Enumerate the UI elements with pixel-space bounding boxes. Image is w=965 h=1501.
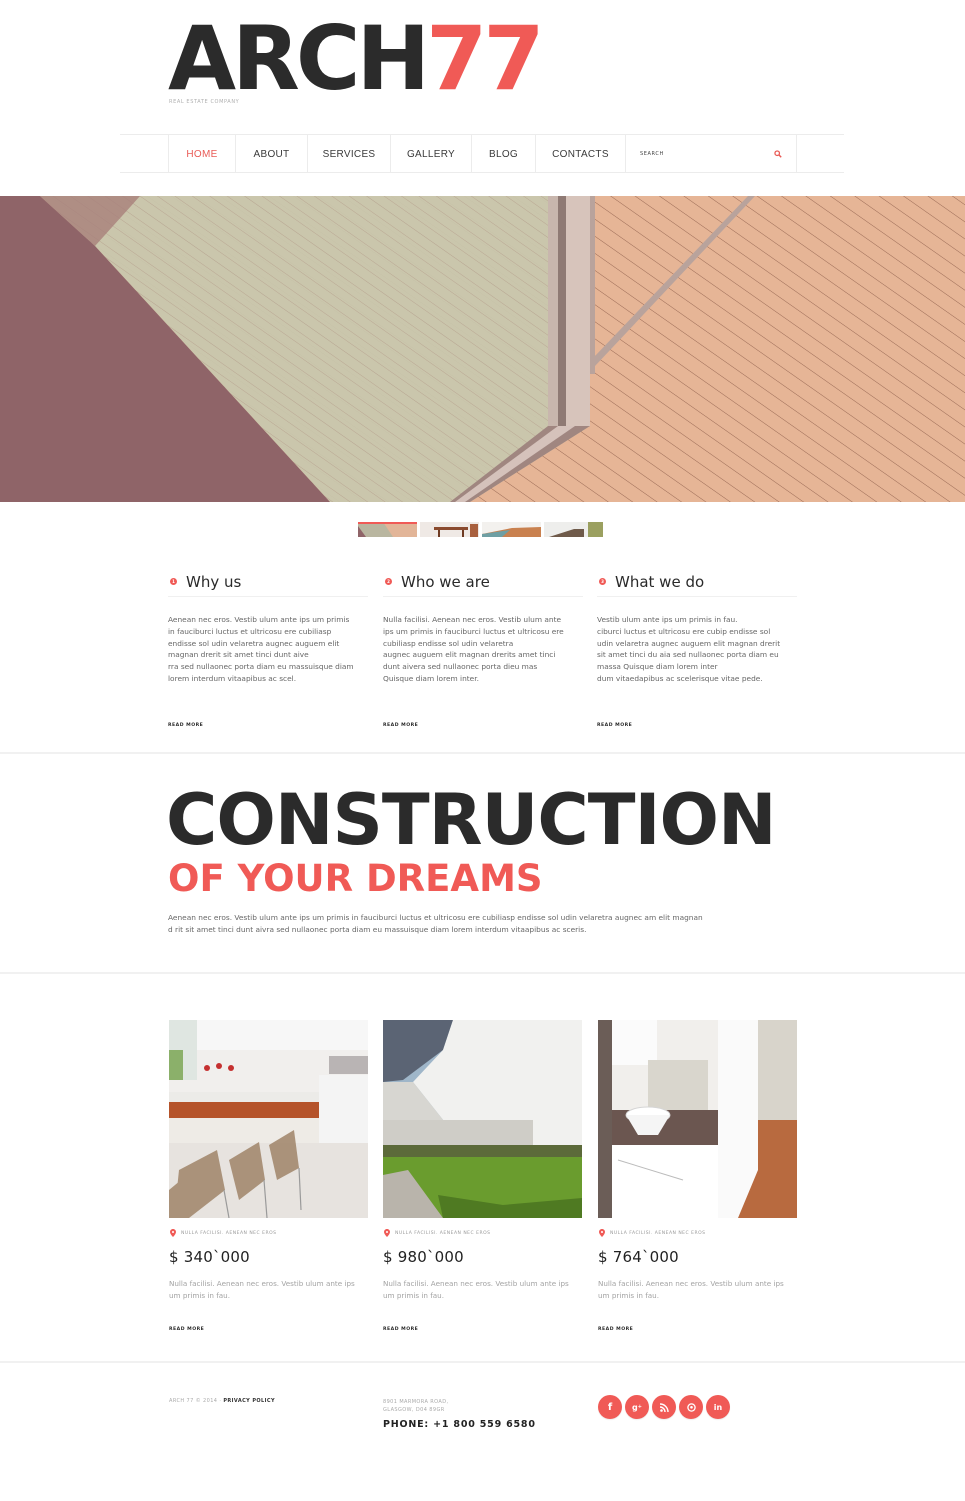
location-pin-icon <box>170 1229 176 1237</box>
privacy-policy-link[interactable]: PRIVACY POLICY <box>223 1398 275 1404</box>
banner-text: Aenean nec eros. Vestib ulum ante ips um… <box>168 913 703 934</box>
listing-image-kitchen[interactable] <box>169 1020 368 1218</box>
slider-thumb-3[interactable] <box>482 522 541 537</box>
facebook-icon[interactable]: f <box>598 1395 622 1419</box>
read-more-link[interactable]: Read more <box>383 1327 418 1332</box>
nav-item-blog[interactable]: BLOG <box>472 135 536 173</box>
section-divider <box>0 752 965 754</box>
listing-location: Nulla facilisi. Aenean nec eros <box>181 1230 277 1236</box>
nav-item-gallery[interactable]: GALLERY <box>391 135 472 173</box>
listing-text: Nulla facilisi. Aenean nec eros. Vestib … <box>383 1279 569 1300</box>
tagline: Real estate company <box>169 99 240 105</box>
linkedin-icon[interactable]: in <box>706 1395 730 1419</box>
nav-item-services[interactable]: SERVICES <box>308 135 391 173</box>
read-more-link[interactable]: Read more <box>168 723 203 728</box>
listing-image-bathroom[interactable] <box>598 1020 797 1218</box>
feature-title: Why us <box>186 572 242 591</box>
search-input[interactable] <box>626 135 756 173</box>
footer-address: 8901 MARMORA ROAD, GLASGOW, D04 89GR <box>383 1399 449 1413</box>
listing-card: Nulla facilisi. Aenean nec eros $ 340`00… <box>169 1020 368 1334</box>
banner-subtitle: OF YOUR DREAMS <box>168 857 543 900</box>
number-badge: 1 <box>170 578 177 585</box>
read-more-link[interactable]: Read more <box>598 1327 633 1332</box>
number-badge: 2 <box>385 578 392 585</box>
logo-text: ARCH <box>168 7 430 110</box>
feature-text: Vestib ulum ante ips um primis in fau. c… <box>597 615 781 683</box>
slider-thumb-1[interactable] <box>358 522 417 537</box>
listing-location: Nulla facilisi. Aenean nec eros <box>610 1230 706 1236</box>
read-more-link[interactable]: Read more <box>597 723 632 728</box>
social-links: f g + in <box>598 1395 730 1419</box>
listing-price: $ 980`000 <box>383 1248 464 1266</box>
nav-item-home[interactable]: HOME <box>169 135 236 173</box>
feature-what-we-do: 3 What we do Vestib ulum ante ips um prim… <box>597 567 797 730</box>
main-nav: HOME ABOUT SERVICES GALLERY BLOG CONTACT… <box>120 134 844 173</box>
slider-thumb-4[interactable] <box>544 522 603 537</box>
search-box <box>626 135 797 173</box>
slider-thumb-2[interactable] <box>420 522 479 537</box>
location-pin-icon <box>384 1229 390 1237</box>
logo-accent: 77 <box>426 7 544 110</box>
copyright-text: ARCH 77 © 2014 · <box>169 1398 224 1404</box>
feature-text: Nulla facilisi. Aenean nec eros. Vestib … <box>383 615 564 683</box>
location-pin-icon <box>599 1229 605 1237</box>
listing-text: Nulla facilisi. Aenean nec eros. Vestib … <box>169 1279 355 1300</box>
listing-price: $ 340`000 <box>169 1248 250 1266</box>
section-divider <box>0 972 965 974</box>
google-plus-icon[interactable]: g + <box>625 1395 649 1419</box>
listing-location: Nulla facilisi. Aenean nec eros <box>395 1230 491 1236</box>
section-divider <box>0 1361 965 1363</box>
hero-slide-image <box>0 196 965 502</box>
footer-phone: PHONE: +1 800 559 6580 <box>383 1419 536 1430</box>
read-more-link[interactable]: Read more <box>383 723 418 728</box>
feature-title: What we do <box>615 572 705 591</box>
nav-item-contacts[interactable]: CONTACTS <box>536 135 626 173</box>
footer-copyright: ARCH 77 © 2014 · PRIVACY POLICY <box>169 1398 275 1404</box>
site-logo[interactable]: ARCH77 <box>168 14 545 104</box>
listing-card: Nulla facilisi. Aenean nec eros $ 764`00… <box>598 1020 797 1334</box>
listing-text: Nulla facilisi. Aenean nec eros. Vestib … <box>598 1279 784 1300</box>
number-badge: 3 <box>599 578 606 585</box>
nav-item-about[interactable]: ABOUT <box>236 135 308 173</box>
listing-image-courtyard[interactable] <box>383 1020 582 1218</box>
rss-icon[interactable] <box>652 1395 676 1419</box>
read-more-link[interactable]: Read more <box>169 1327 204 1332</box>
pinterest-icon[interactable] <box>679 1395 703 1419</box>
search-icon[interactable] <box>774 150 782 158</box>
listing-card: Nulla facilisi. Aenean nec eros $ 980`00… <box>383 1020 582 1334</box>
feature-who-we-are: 2 Who we are Nulla facilisi. Aenean nec e… <box>383 567 583 730</box>
feature-title: Who we are <box>401 572 490 591</box>
listing-price: $ 764`000 <box>598 1248 679 1266</box>
banner-title: CONSTRUCTION <box>166 779 777 861</box>
feature-why-us: 1 Why us Aenean nec eros. Vestib ulum ant… <box>168 567 368 730</box>
feature-text: Aenean nec eros. Vestib ulum ante ips um… <box>168 615 354 683</box>
slider-thumbnails <box>358 522 603 537</box>
